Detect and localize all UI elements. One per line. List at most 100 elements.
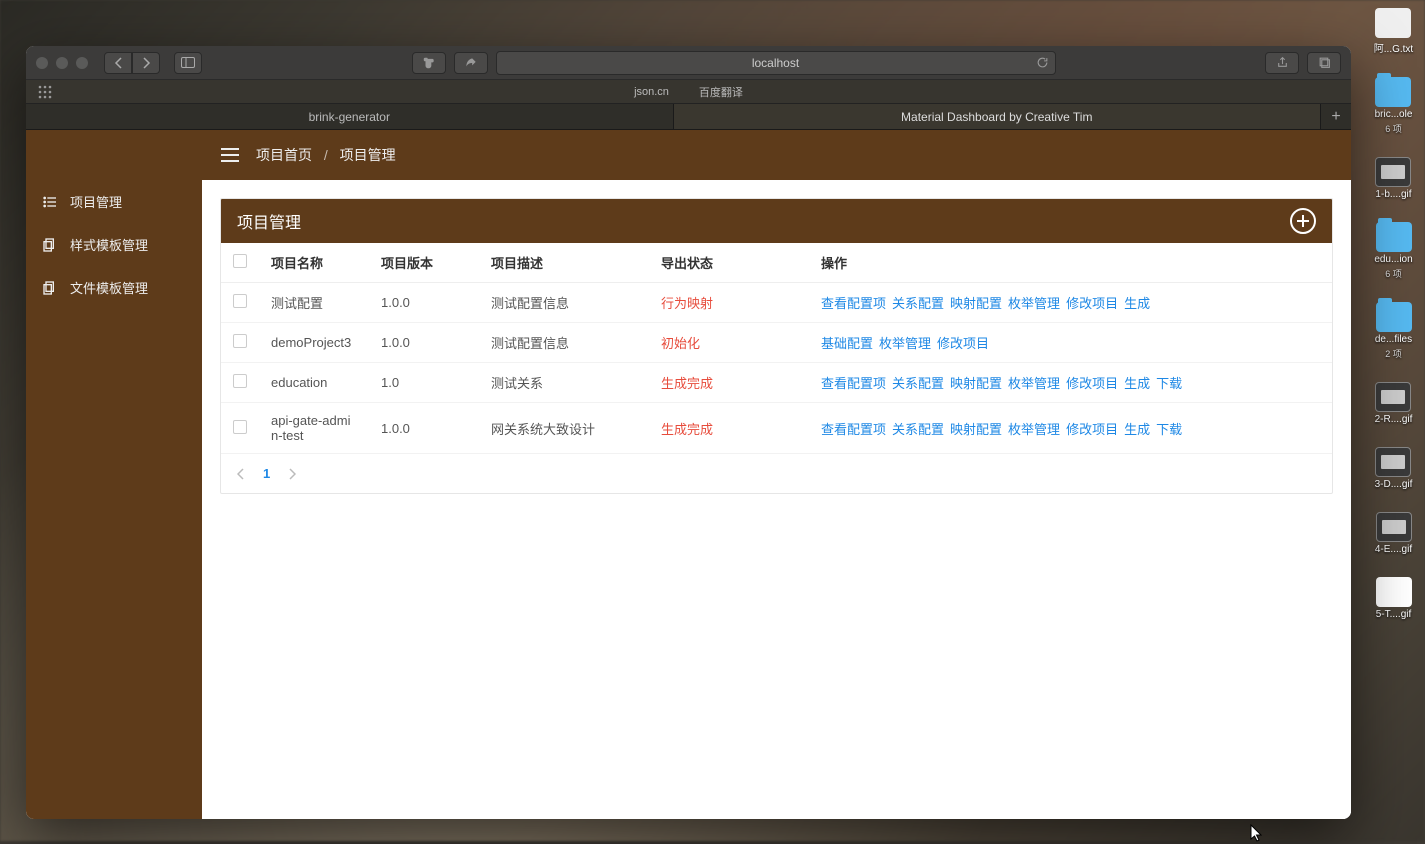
sidebar-item-file-template[interactable]: 文件模板管理 <box>26 266 202 309</box>
action-link[interactable]: 修改项目 <box>1066 296 1118 311</box>
desktop-icon-label: 5-T....gif <box>1376 609 1412 620</box>
file-icon <box>1375 157 1411 187</box>
app-header: 项目首页 / 项目管理 <box>202 130 1351 180</box>
row-checkbox[interactable] <box>233 294 247 308</box>
action-link[interactable]: 枚举管理 <box>1008 376 1060 391</box>
breadcrumb-home[interactable]: 项目首页 <box>256 147 312 163</box>
browser-tab[interactable]: Material Dashboard by Creative Tim <box>674 104 1322 129</box>
window-minimize-button[interactable] <box>56 57 68 69</box>
col-desc: 项目描述 <box>479 243 649 283</box>
folder-icon <box>1375 77 1411 107</box>
favorites-grid-icon[interactable] <box>38 85 52 99</box>
desktop-icon-label: 1-b....gif <box>1375 189 1411 200</box>
action-link[interactable]: 枚举管理 <box>879 336 931 351</box>
window-traffic-lights <box>36 57 88 69</box>
favorite-link[interactable]: 百度翻译 <box>699 84 743 100</box>
sidebar-toggle-button[interactable] <box>174 52 202 74</box>
action-link[interactable]: 生成 <box>1124 422 1150 437</box>
favorite-link[interactable]: json.cn <box>634 86 669 98</box>
sidebar-item-label: 样式模板管理 <box>70 235 148 254</box>
cell-name: demoProject3 <box>259 323 369 363</box>
cell-status: 行为映射 <box>649 283 809 323</box>
action-link[interactable]: 下载 <box>1156 422 1182 437</box>
window-close-button[interactable] <box>36 57 48 69</box>
desktop-icon-label: 2-R....gif <box>1375 414 1413 425</box>
back-button[interactable] <box>104 52 132 74</box>
page-number[interactable]: 1 <box>263 466 270 481</box>
action-link[interactable]: 下载 <box>1156 376 1182 391</box>
desktop-icons-column: 阿...G.txt bric...ole6 项 1-b....gif edu...io… <box>1366 8 1421 620</box>
action-link[interactable]: 关系配置 <box>892 422 944 437</box>
action-link[interactable]: 生成 <box>1124 296 1150 311</box>
desktop-icon-sublabel: 6 项 <box>1385 122 1402 135</box>
action-link[interactable]: 查看配置项 <box>821 422 886 437</box>
cell-status: 生成完成 <box>649 403 809 454</box>
add-project-button[interactable] <box>1290 208 1316 234</box>
action-link[interactable]: 查看配置项 <box>821 376 886 391</box>
action-link[interactable]: 映射配置 <box>950 376 1002 391</box>
file-icon <box>1376 577 1412 607</box>
evernote-clip-button[interactable] <box>412 52 446 74</box>
url-field[interactable]: localhost <box>496 51 1056 75</box>
table-row: demoProject31.0.0测试配置信息初始化基础配置枚举管理修改项目 <box>221 323 1332 363</box>
action-link[interactable]: 修改项目 <box>1066 376 1118 391</box>
action-link[interactable]: 枚举管理 <box>1008 422 1060 437</box>
sidebar-item-style-template[interactable]: 样式模板管理 <box>26 223 202 266</box>
hamburger-icon[interactable] <box>220 147 240 163</box>
cell-version: 1.0 <box>369 363 479 403</box>
window-zoom-button[interactable] <box>76 57 88 69</box>
desktop-icon[interactable]: 4-E....gif <box>1375 512 1412 555</box>
app-sidebar: 项目管理 样式模板管理 文件模板管理 <box>26 130 202 819</box>
row-checkbox[interactable] <box>233 420 247 434</box>
desktop-icon[interactable]: 1-b....gif <box>1375 157 1411 200</box>
desktop-icon[interactable]: 2-R....gif <box>1375 382 1413 425</box>
action-link[interactable]: 枚举管理 <box>1008 296 1060 311</box>
action-link[interactable]: 生成 <box>1124 376 1150 391</box>
tab-title: brink-generator <box>309 110 390 124</box>
reload-icon[interactable] <box>1036 56 1049 69</box>
row-checkbox[interactable] <box>233 374 247 388</box>
tabs-overview-button[interactable] <box>1307 52 1341 74</box>
copy-icon <box>42 280 58 296</box>
desktop-icon[interactable]: 3-D....gif <box>1375 447 1413 490</box>
select-all-checkbox[interactable] <box>233 254 247 268</box>
share-toolbar-button[interactable] <box>454 52 488 74</box>
cell-status: 初始化 <box>649 323 809 363</box>
file-icon <box>1375 382 1411 412</box>
desktop-icon[interactable]: 5-T....gif <box>1376 577 1412 620</box>
browser-tab[interactable]: brink-generator <box>26 104 674 129</box>
breadcrumb-current: 项目管理 <box>340 147 396 163</box>
action-link[interactable]: 关系配置 <box>892 376 944 391</box>
desktop-icon-label: edu...ion <box>1374 254 1412 265</box>
share-button[interactable] <box>1265 52 1299 74</box>
breadcrumb: 项目首页 / 项目管理 <box>256 145 396 165</box>
new-tab-button[interactable]: + <box>1321 104 1351 129</box>
cell-desc: 测试配置信息 <box>479 323 649 363</box>
titlebar-right <box>1265 52 1341 74</box>
action-link[interactable]: 修改项目 <box>937 336 989 351</box>
forward-button[interactable] <box>132 52 160 74</box>
desktop-icon[interactable]: 阿...G.txt <box>1374 8 1413 55</box>
page-prev-button[interactable] <box>237 468 245 480</box>
action-link[interactable]: 修改项目 <box>1066 422 1118 437</box>
sidebar-item-project-manage[interactable]: 项目管理 <box>26 180 202 223</box>
col-status: 导出状态 <box>649 243 809 283</box>
sidebar-item-label: 项目管理 <box>70 192 122 211</box>
action-link[interactable]: 映射配置 <box>950 296 1002 311</box>
cell-actions: 查看配置项关系配置映射配置枚举管理修改项目生成下载 <box>809 403 1332 454</box>
action-link[interactable]: 基础配置 <box>821 336 873 351</box>
desktop-icon[interactable]: bric...ole6 项 <box>1375 77 1413 135</box>
action-link[interactable]: 关系配置 <box>892 296 944 311</box>
desktop-icon[interactable]: edu...ion6 项 <box>1374 222 1412 280</box>
row-checkbox[interactable] <box>233 334 247 348</box>
cell-actions: 查看配置项关系配置映射配置枚举管理修改项目生成 <box>809 283 1332 323</box>
toolbar-center: localhost <box>210 51 1257 75</box>
cell-desc: 测试配置信息 <box>479 283 649 323</box>
desktop-icon[interactable]: de...files2 项 <box>1375 302 1412 360</box>
browser-tab-bar: brink-generator Material Dashboard by Cr… <box>26 104 1351 130</box>
pagination: 1 <box>221 454 1332 493</box>
cell-version: 1.0.0 <box>369 403 479 454</box>
action-link[interactable]: 查看配置项 <box>821 296 886 311</box>
action-link[interactable]: 映射配置 <box>950 422 1002 437</box>
page-next-button[interactable] <box>288 468 296 480</box>
